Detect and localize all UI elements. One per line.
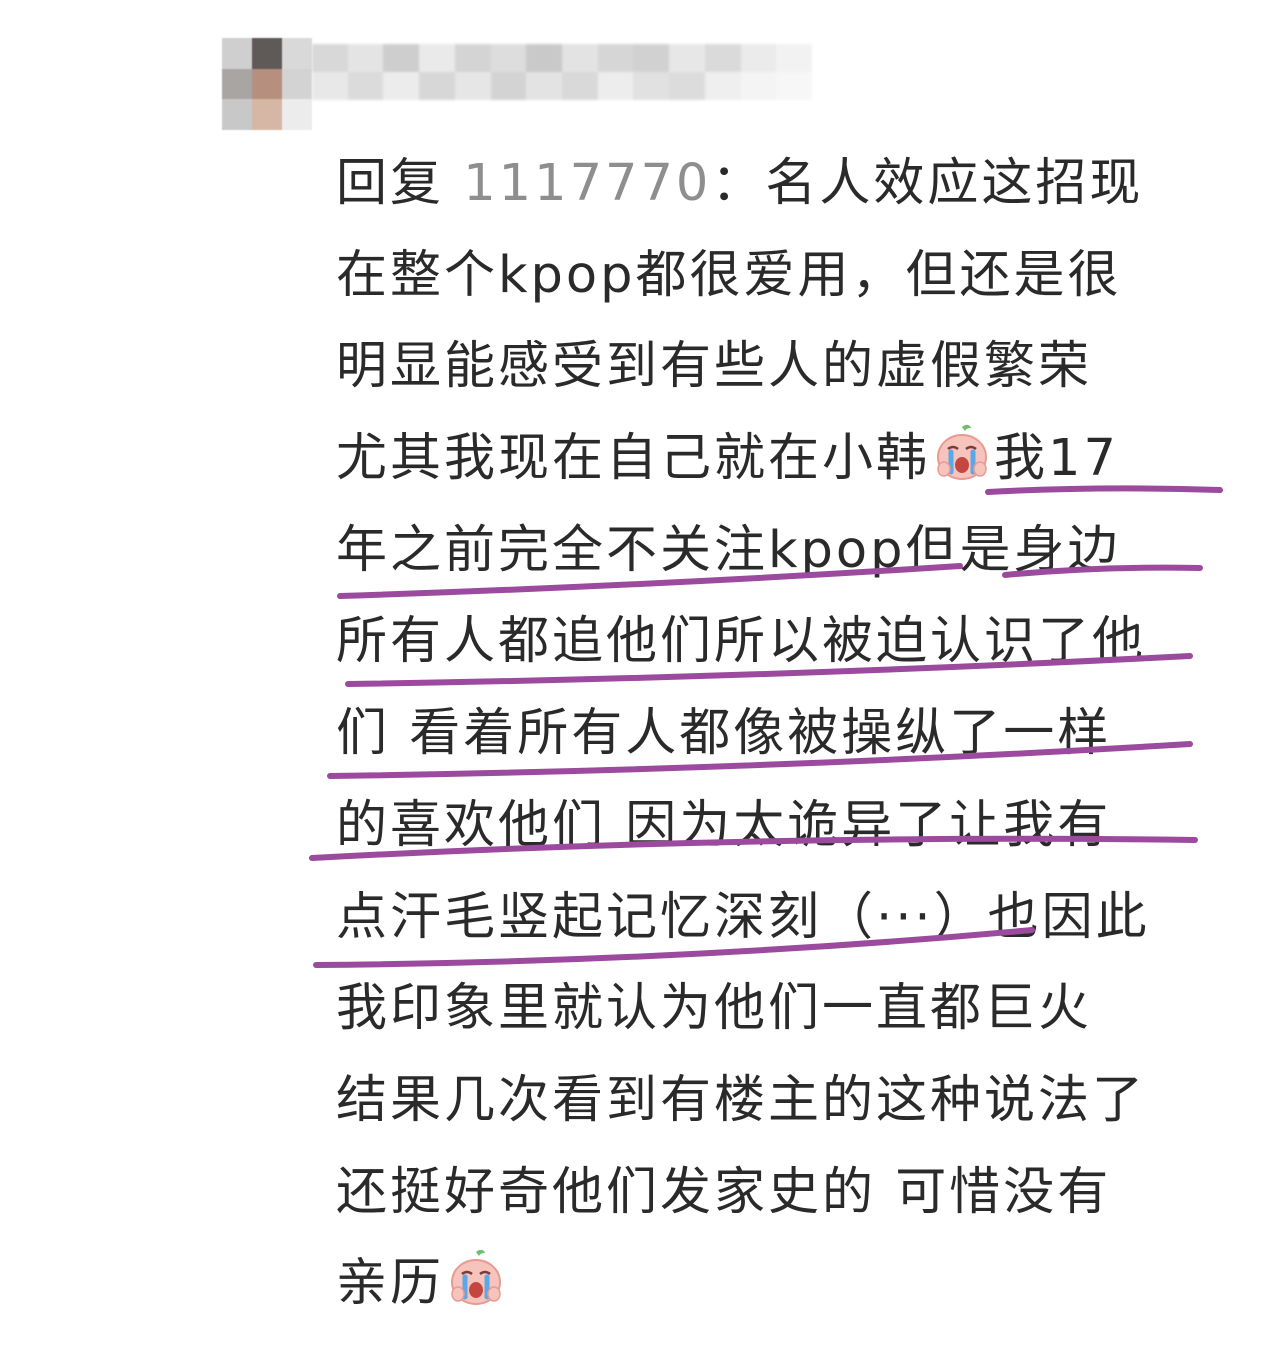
comment-line: 我印象里就认为他们一直都巨火 [336, 979, 1093, 1039]
reply-colon: ： [711, 154, 766, 213]
crying-face-icon [446, 1248, 506, 1308]
reply-prefix: 回复 [336, 154, 445, 213]
comment-line-text: 亲历 [336, 1254, 445, 1314]
comment-line: 们 看着所有人都像被操纵了一样 [336, 704, 1112, 764]
comment-line: 亲历 [336, 1238, 1236, 1330]
comment-line: 年之前完全不关注kpop但是身边 [336, 520, 1122, 580]
comment-line: 点汗毛竖起记忆深刻（···）也因此 [336, 887, 1150, 947]
avatar[interactable] [222, 38, 312, 130]
username-blurred[interactable] [312, 44, 812, 100]
comment-line: 所有人都追他们所以被迫认识了他 [336, 612, 1147, 672]
comment-line-text: 尤其我现在自己就在小韩 [336, 429, 931, 489]
crying-face-icon [932, 423, 992, 483]
comment-line: 回复 1117770：名人效应这招现 [336, 138, 1236, 230]
comment-line: 在整个kpop都很爱用，但还是很 [336, 245, 1122, 305]
comment-line-text: 名人效应这招现 [765, 154, 1144, 213]
comment-header [0, 0, 1264, 140]
comment-line-text: 我17 [994, 429, 1119, 489]
comment-line: 的喜欢他们 因为太诡异了让我有 [336, 795, 1112, 855]
comment-line: 尤其我现在自己就在小韩 我17 [336, 413, 1236, 505]
comment-line: 结果几次看到有楼主的这种说法了 [336, 1070, 1147, 1130]
comment-body: 回复 1117770：名人效应这招现 在整个kpop都很爱用，但还是很 明显能感… [336, 138, 1236, 1330]
reply-username[interactable]: 1117770 [463, 154, 711, 213]
comment-line: 还挺好奇他们发家史的 可惜没有 [336, 1162, 1112, 1222]
comment-line: 明显能感受到有些人的虚假繁荣 [336, 337, 1093, 397]
